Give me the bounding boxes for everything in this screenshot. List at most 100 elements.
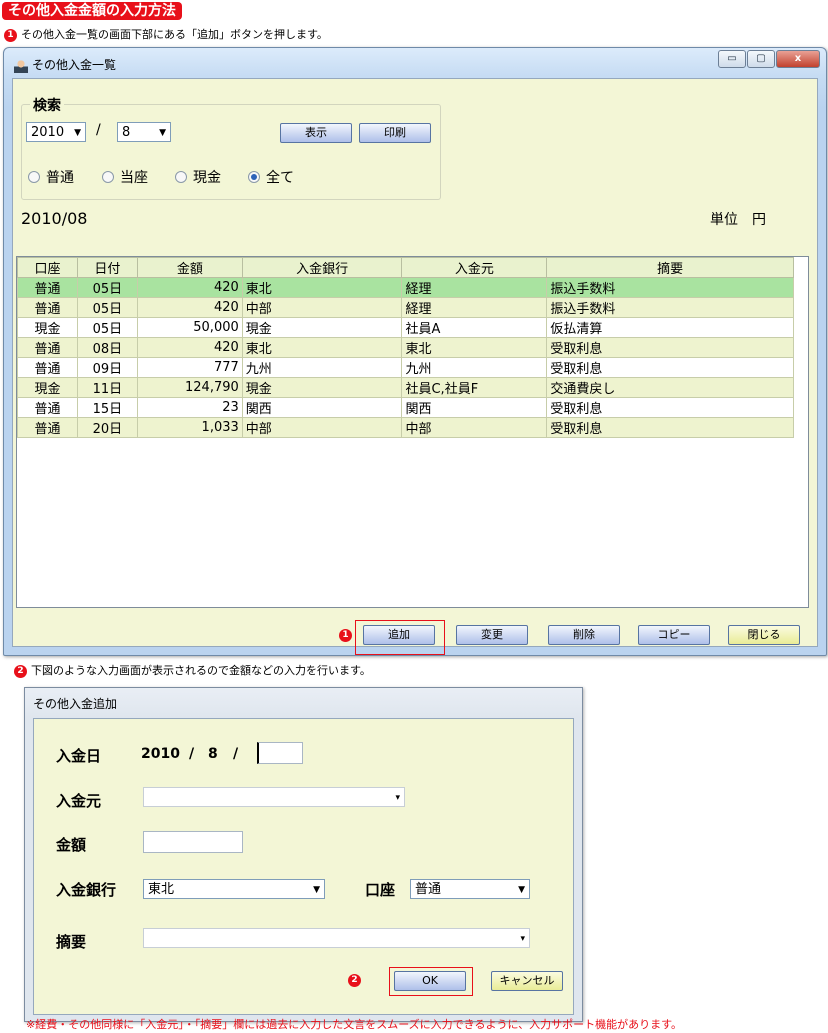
account-select[interactable]: 普通 ▼: [410, 879, 530, 899]
summary-combobox[interactable]: ▾: [143, 928, 530, 948]
cell-date: 05日: [76, 317, 138, 338]
date-separator: /: [96, 122, 101, 138]
step-2-text: 下図のような入力画面が表示されるので金額などの入力を行います。: [31, 664, 371, 677]
chevron-down-icon: ▼: [74, 128, 81, 138]
minimize-button[interactable]: ▭: [718, 50, 746, 68]
list-client-area: 検索 2010 ▼ / 8 ▼ 表示 印刷 普通 当座 現金 全て 2010/08: [12, 78, 818, 655]
date-year: 2010: [141, 746, 180, 762]
edit-button[interactable]: 変更: [456, 625, 528, 645]
cell-account: 現金: [17, 317, 78, 338]
delete-button[interactable]: 削除: [548, 625, 620, 645]
cell-amount: 420: [136, 337, 243, 358]
cell-amount: 124,790: [136, 377, 243, 398]
cell-date: 08日: [76, 337, 138, 358]
cell-summary: 受取利息: [546, 357, 794, 378]
print-button[interactable]: 印刷: [359, 123, 431, 143]
date-separator-1: /: [189, 746, 195, 762]
month-select[interactable]: 8 ▼: [117, 122, 171, 142]
cell-amount: 50,000: [136, 317, 243, 338]
cell-amount: 420: [136, 277, 243, 298]
col-date[interactable]: 日付: [76, 257, 138, 278]
account-value: 普通: [415, 882, 442, 897]
cell-source: 社員C,社員F: [401, 377, 548, 398]
cell-bank: 中部: [241, 417, 403, 438]
bank-select[interactable]: 東北 ▼: [143, 879, 325, 899]
table-row[interactable]: 現金 11日 124,790 現金 社員C,社員F 交通費戻し: [17, 377, 794, 398]
maximize-button[interactable]: ▢: [747, 50, 775, 68]
radio-regular[interactable]: 普通: [28, 167, 74, 187]
table-row[interactable]: 普通 20日 1,033 中部 中部 受取利息: [17, 417, 794, 438]
window-title-text: その他入金一覧: [32, 58, 117, 72]
cell-summary: 受取利息: [546, 397, 794, 418]
summary-label: 摘要: [56, 933, 87, 951]
cell-source: 東北: [401, 337, 548, 358]
cancel-button[interactable]: キャンセル: [491, 971, 563, 991]
year-select[interactable]: 2010 ▼: [26, 122, 86, 142]
cell-amount: 420: [136, 297, 243, 318]
cell-account: 現金: [17, 377, 78, 398]
day-input[interactable]: [257, 742, 303, 764]
step-1-callout-marker: 1: [339, 629, 352, 642]
close-window-button[interactable]: x: [776, 50, 820, 68]
cell-amount: 777: [136, 357, 243, 378]
table-row[interactable]: 現金 05日 50,000 現金 社員A 仮払清算: [17, 317, 794, 338]
table-row[interactable]: 普通 09日 777 九州 九州 受取利息: [17, 357, 794, 378]
income-table[interactable]: 口座 日付 金額 入金銀行 入金元 摘要 普通 05日 420 東北 経理 振込…: [16, 256, 809, 608]
col-bank[interactable]: 入金銀行: [241, 257, 403, 278]
date-separator-2: /: [233, 746, 239, 762]
cell-summary: 振込手数料: [546, 297, 794, 318]
col-amount[interactable]: 金額: [136, 257, 243, 278]
dialog-client-area: 入金日 2010 / 8 / 入金元 ▾ 金額 入金銀行 東北 ▼ 口座 普通 ▼ …: [33, 718, 574, 1015]
table-row[interactable]: 普通 08日 420 東北 東北 受取利息: [17, 337, 794, 358]
cell-bank: 現金: [241, 377, 403, 398]
cell-source: 中部: [401, 417, 548, 438]
ok-button[interactable]: OK: [394, 971, 466, 991]
cell-summary: 仮払清算: [546, 317, 794, 338]
radio-checking[interactable]: 当座: [102, 167, 148, 187]
radio-cash-label: 現金: [193, 170, 221, 186]
col-summary[interactable]: 摘要: [546, 257, 794, 278]
col-account[interactable]: 口座: [17, 257, 78, 278]
cell-account: 普通: [17, 277, 78, 298]
radio-dot-selected: [248, 171, 260, 183]
source-label: 入金元: [56, 792, 102, 810]
other-income-list-window: その他入金一覧 ▭ ▢ x 検索 2010 ▼ / 8 ▼ 表示 印刷 普通 当座 …: [3, 47, 827, 656]
cell-amount: 1,033: [136, 417, 243, 438]
step-1-instruction: 1 その他入金一覧の画面下部にある「追加」ボタンを押します。: [4, 28, 328, 42]
account-label: 口座: [365, 881, 396, 899]
radio-regular-label: 普通: [46, 170, 74, 186]
cell-bank: 東北: [241, 277, 403, 298]
table-row[interactable]: 普通 15日 23 関西 関西 受取利息: [17, 397, 794, 418]
cell-source: 経理: [401, 297, 548, 318]
other-income-add-dialog: その他入金追加 入金日 2010 / 8 / 入金元 ▾ 金額 入金銀行 東北 ▼…: [24, 687, 583, 1022]
step-2-callout-marker: 2: [348, 974, 361, 987]
step-2-instruction: 2 下図のような入力画面が表示されるので金額などの入力を行います。: [14, 664, 371, 678]
radio-all-label: 全て: [266, 170, 294, 186]
col-source[interactable]: 入金元: [401, 257, 548, 278]
cell-account: 普通: [17, 357, 78, 378]
footnote: ※経費・その他同様に「入金元」・「摘要」欄には過去に入力した文言をスムーズに入力…: [26, 1018, 683, 1031]
radio-all[interactable]: 全て: [248, 167, 294, 187]
table-row-selected[interactable]: 普通 05日 420 東北 経理 振込手数料: [17, 277, 794, 298]
window-title: その他入金一覧: [14, 56, 116, 73]
unit-label: 単位 円: [710, 212, 766, 228]
source-combobox[interactable]: ▾: [143, 787, 405, 807]
radio-cash[interactable]: 現金: [175, 167, 221, 187]
table-row[interactable]: 普通 05日 420 中部 経理 振込手数料: [17, 297, 794, 318]
amount-label: 金額: [56, 836, 87, 854]
amount-input[interactable]: [143, 831, 243, 853]
close-button[interactable]: 閉じる: [728, 625, 800, 645]
copy-button[interactable]: コピー: [638, 625, 710, 645]
cell-account: 普通: [17, 397, 78, 418]
chevron-down-icon: ▾: [395, 793, 400, 803]
cell-bank: 東北: [241, 337, 403, 358]
date-label: 入金日: [56, 747, 102, 765]
show-button[interactable]: 表示: [280, 123, 352, 143]
bank-label: 入金銀行: [56, 881, 117, 899]
cell-amount: 23: [136, 397, 243, 418]
cell-summary: 受取利息: [546, 417, 794, 438]
year-value: 2010: [31, 125, 65, 140]
add-button[interactable]: 追加: [363, 625, 435, 645]
cell-date: 11日: [76, 377, 138, 398]
chevron-down-icon: ▾: [520, 934, 525, 944]
